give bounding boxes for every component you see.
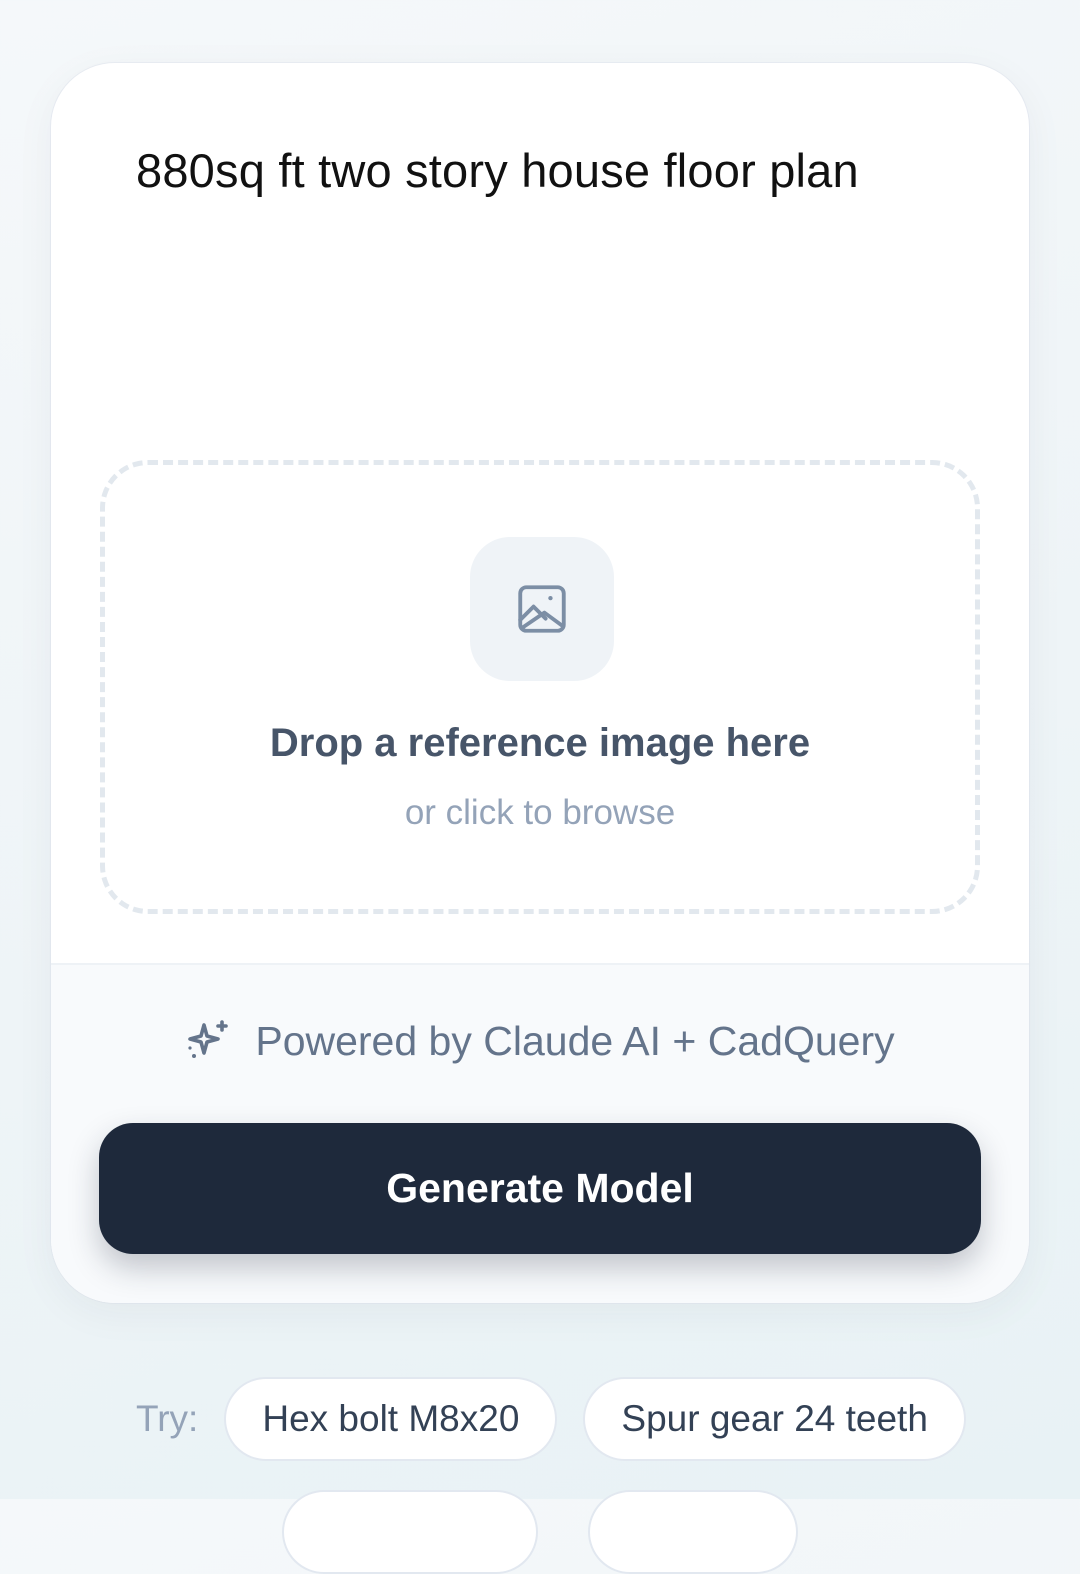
powered-by: Powered by Claude AI + CadQuery <box>51 1017 1029 1065</box>
generator-card: 880sq ft two story house floor plan Drop… <box>51 63 1029 1303</box>
card-footer: Powered by Claude AI + CadQuery Generate… <box>51 963 1029 1303</box>
powered-by-text: Powered by Claude AI + CadQuery <box>255 1017 895 1064</box>
sparkles-icon <box>188 1020 229 1058</box>
suggestions-row: Try: Hex bolt M8x20 Spur gear 24 teeth <box>136 1377 966 1461</box>
suggestion-chip[interactable]: Hex bolt M8x20 <box>224 1377 558 1461</box>
suggestion-chip-partial[interactable] <box>588 1490 798 1574</box>
dropzone-title: Drop a reference image here <box>269 721 811 765</box>
image-dropzone[interactable]: Drop a reference image here or click to … <box>100 460 980 914</box>
suggestion-chip-partial[interactable] <box>282 1490 538 1574</box>
try-label: Try: <box>136 1398 199 1439</box>
browse-link[interactable]: or click to browse <box>105 793 975 833</box>
generate-model-button[interactable]: Generate Model <box>99 1123 981 1254</box>
prompt-input[interactable]: 880sq ft two story house floor plan <box>136 141 956 201</box>
image-icon-tile <box>470 537 614 681</box>
suggestion-chip[interactable]: Spur gear 24 teeth <box>583 1377 966 1461</box>
image-icon <box>518 585 566 633</box>
